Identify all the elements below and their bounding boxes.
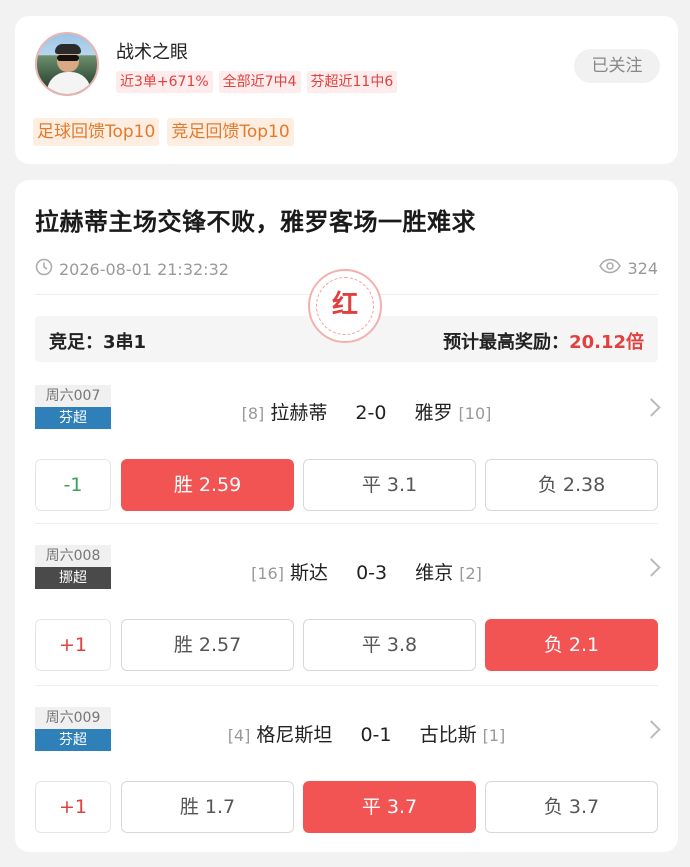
odds-draw-button[interactable]: 平 3.1	[303, 459, 476, 511]
match-number: 周六009	[35, 707, 111, 729]
odds-lose-button[interactable]: 负 3.7	[485, 781, 658, 833]
odds-draw-button[interactable]: 平 3.7	[303, 781, 476, 833]
view-number: 324	[627, 258, 658, 278]
post-time: 2026-08-01 21:32:32	[35, 258, 229, 280]
handicap: +1	[35, 619, 111, 671]
match-number: 周六007	[35, 385, 111, 407]
rank-tag: 足球回馈Top10	[33, 118, 160, 146]
match-teams[interactable]: [4] 格尼斯坦 0-1 古比斯 [1]	[115, 720, 618, 747]
match-code: 周六009 芬超	[35, 707, 111, 751]
max-reward-value: 20.12倍	[569, 332, 644, 353]
match-number: 周六008	[35, 545, 111, 567]
match-divider	[35, 523, 658, 524]
odds-lose-button[interactable]: 负 2.38	[485, 459, 658, 511]
away-rank: [1]	[482, 726, 506, 745]
post-title: 拉赫蒂主场交锋不败，雅罗客场一胜难求	[35, 208, 476, 236]
chevron-right-icon[interactable]	[642, 398, 661, 417]
league-badge: 挪超	[35, 567, 111, 589]
follow-button[interactable]: 已关注	[574, 49, 660, 83]
away-team: 古比斯	[419, 724, 477, 746]
handicap: -1	[35, 459, 111, 511]
stat-tag: 近3单+671%	[116, 71, 213, 93]
away-rank: [10]	[458, 404, 492, 423]
away-team: 维京	[415, 562, 454, 584]
eye-icon	[599, 258, 622, 278]
odds-win-button[interactable]: 胜 2.57	[121, 619, 294, 671]
avatar[interactable]	[35, 32, 99, 96]
home-team: 拉赫蒂	[270, 402, 328, 424]
clock-icon	[35, 258, 53, 280]
chevron-right-icon[interactable]	[642, 720, 661, 739]
stat-tag: 全部近7中4	[218, 71, 301, 93]
chevron-right-icon[interactable]	[642, 558, 661, 577]
result-stamp: 红	[308, 269, 382, 343]
match-row: 周六009 芬超 [4] 格尼斯坦 0-1 古比斯 [1] +1 胜 1.7 平…	[15, 707, 678, 867]
expert-profile-card: 战术之眼 近3单+671% 全部近7中4 芬超近11中6 已关注 足球回馈Top…	[15, 16, 678, 164]
max-reward-label: 预计最高奖励：	[443, 332, 570, 353]
odds-win-button[interactable]: 胜 1.7	[121, 781, 294, 833]
league-badge: 芬超	[35, 729, 111, 751]
result-stamp-text: 红	[316, 277, 374, 335]
home-rank: [8]	[241, 404, 265, 423]
away-rank: [2]	[459, 564, 482, 583]
max-reward: 预计最高奖励：20.12倍	[443, 328, 644, 354]
view-count: 324	[599, 258, 658, 278]
match-row: 周六008 挪超 [16] 斯达 0-3 维京 [2] +1 胜 2.57 平 …	[15, 545, 678, 705]
stats-tags: 近3单+671% 全部近7中4 芬超近11中6	[116, 71, 398, 93]
odds-win-button[interactable]: 胜 2.59	[121, 459, 294, 511]
match-score: 2-0	[355, 402, 387, 424]
away-team: 雅罗	[414, 402, 453, 424]
match-teams[interactable]: [16] 斯达 0-3 维京 [2]	[115, 558, 618, 585]
match-code: 周六007 芬超	[35, 385, 111, 429]
expert-name[interactable]: 战术之眼	[116, 38, 188, 64]
match-row: 周六007 芬超 [8] 拉赫蒂 2-0 雅罗 [10] -1 胜 2.59 平…	[15, 385, 678, 545]
home-rank: [4]	[227, 726, 251, 745]
home-team: 斯达	[290, 562, 329, 584]
odds-lose-button[interactable]: 负 2.1	[485, 619, 658, 671]
league-badge: 芬超	[35, 407, 111, 429]
match-teams[interactable]: [8] 拉赫蒂 2-0 雅罗 [10]	[115, 398, 618, 425]
odds-draw-button[interactable]: 平 3.8	[303, 619, 476, 671]
prediction-card: 拉赫蒂主场交锋不败，雅罗客场一胜难求 2026-08-01 21:32:32 3…	[15, 180, 678, 852]
rank-tag: 竞足回馈Top10	[167, 118, 294, 146]
match-code: 周六008 挪超	[35, 545, 111, 589]
match-divider	[35, 685, 658, 686]
bet-type: 竞足：3串1	[49, 332, 147, 353]
rank-tags: 足球回馈Top10 竞足回馈Top10	[33, 118, 294, 146]
home-team: 格尼斯坦	[256, 724, 333, 746]
match-score: 0-1	[360, 724, 392, 746]
stat-tag: 芬超近11中6	[306, 71, 398, 93]
match-score: 0-3	[356, 562, 388, 584]
post-datetime: 2026-08-01 21:32:32	[59, 259, 229, 279]
handicap: +1	[35, 781, 111, 833]
home-rank: [16]	[251, 564, 284, 583]
